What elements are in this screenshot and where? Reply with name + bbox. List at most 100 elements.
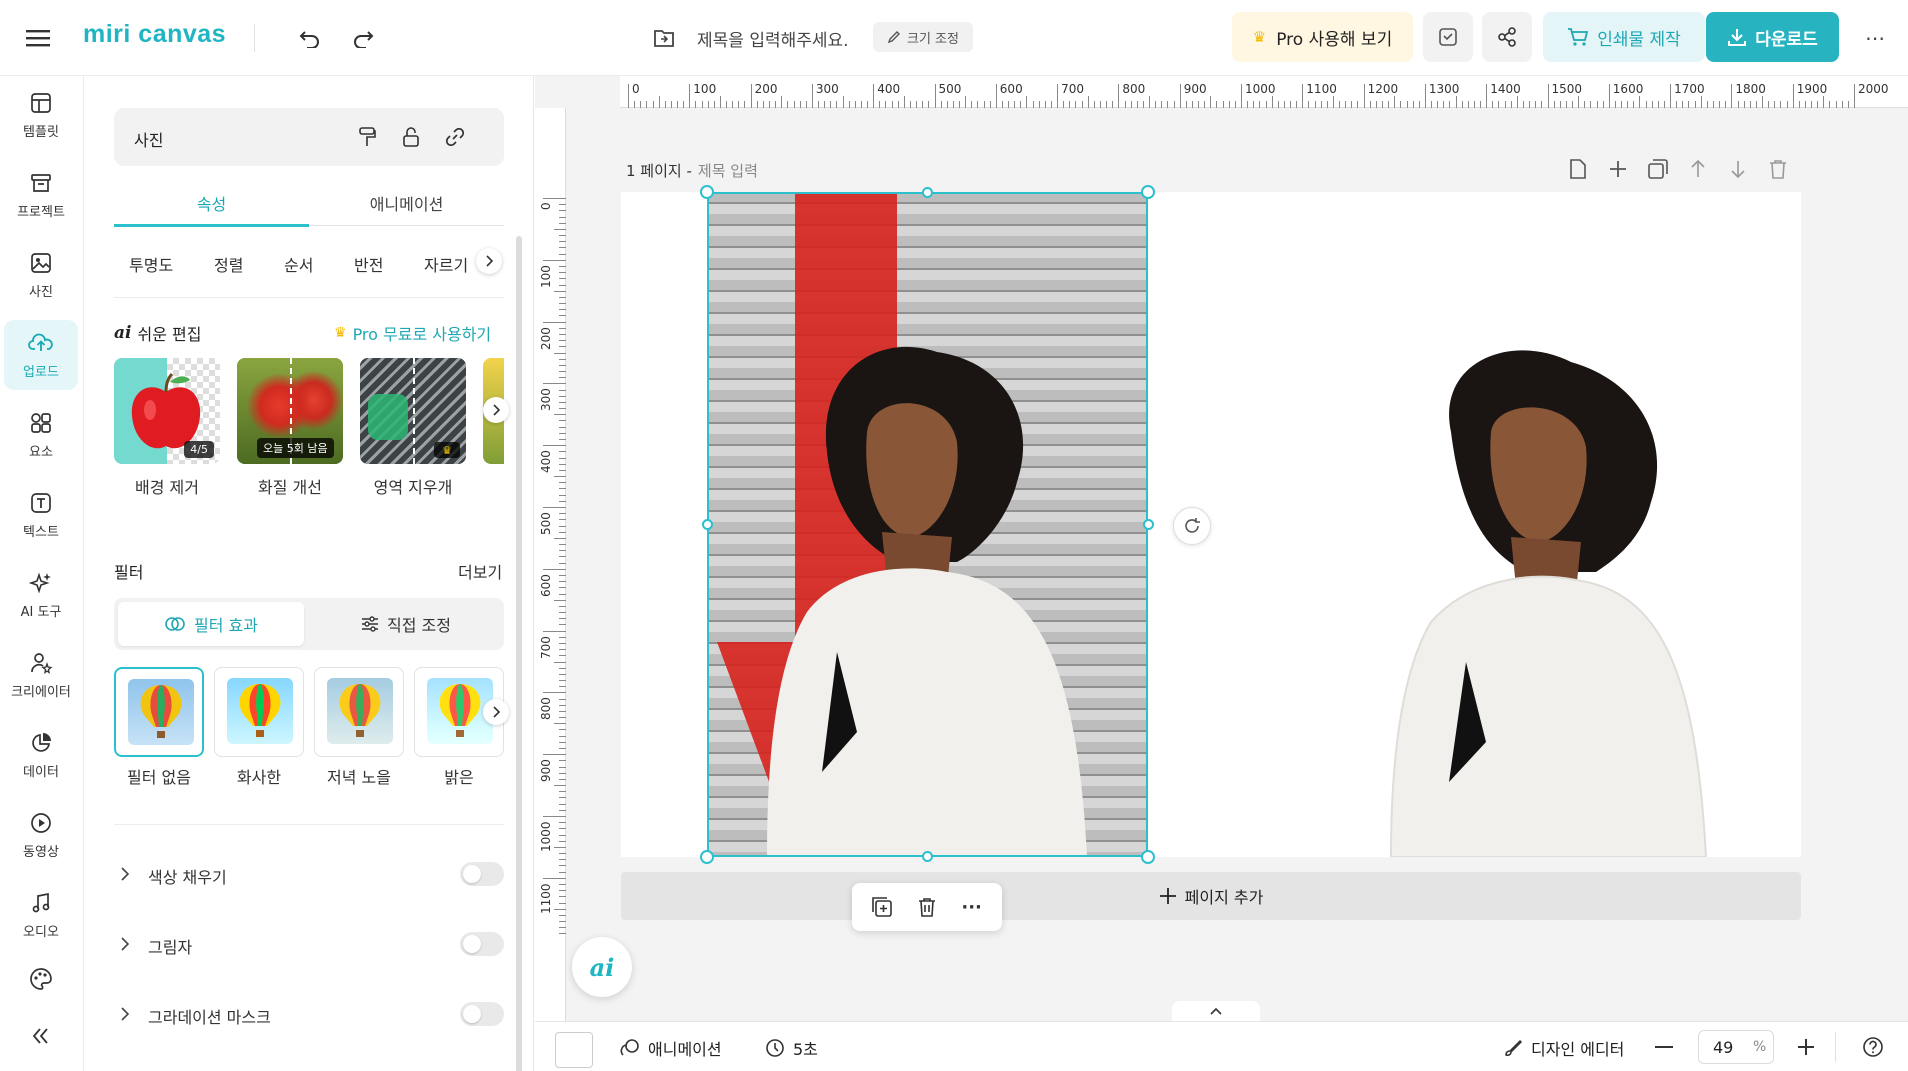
ruler-major-tick bbox=[1547, 84, 1549, 108]
animation-button[interactable]: 애니메이션 bbox=[620, 1036, 722, 1060]
subtab-opacity[interactable]: 투명도 bbox=[129, 252, 173, 276]
page-copy-icon[interactable] bbox=[1566, 154, 1590, 184]
tab-animation[interactable]: 애니메이션 bbox=[309, 182, 504, 224]
resize-handle-bottom-left[interactable] bbox=[700, 850, 714, 864]
subtab-flip[interactable]: 반전 bbox=[354, 252, 383, 276]
filter-sunset[interactable] bbox=[314, 667, 404, 757]
duplicate-element-icon[interactable] bbox=[866, 891, 898, 923]
link-icon[interactable] bbox=[440, 122, 470, 152]
filter-more-link[interactable]: 더보기 bbox=[458, 559, 502, 583]
left-rail: 템플릿 프로젝트 사진 업로드 요소 텍스트 AI 도구 크리에이터 데이터 동… bbox=[0, 76, 84, 1071]
zoom-out-icon[interactable] bbox=[1649, 1032, 1679, 1062]
redo-icon[interactable] bbox=[343, 18, 383, 58]
ruler-major-tick bbox=[934, 84, 936, 108]
help-icon[interactable] bbox=[1858, 1032, 1888, 1062]
folder-icon[interactable] bbox=[650, 24, 678, 52]
page-duplicate-icon[interactable] bbox=[1646, 154, 1670, 184]
filter-bright-vivid[interactable] bbox=[214, 667, 304, 757]
resize-handle-top[interactable] bbox=[922, 187, 933, 198]
color-fill-toggle[interactable] bbox=[460, 862, 504, 886]
filter-next-icon[interactable] bbox=[483, 699, 509, 725]
design-editor-button[interactable]: 디자인 에디터 bbox=[1503, 1036, 1624, 1060]
resize-handle-top-left[interactable] bbox=[700, 185, 714, 199]
page-delete-icon[interactable] bbox=[1766, 154, 1790, 184]
tab-properties[interactable]: 속성 bbox=[114, 182, 309, 224]
lock-icon[interactable] bbox=[396, 122, 426, 152]
seg-filter-effect[interactable]: 필터 효과 bbox=[118, 602, 304, 646]
zoom-input[interactable]: 49 % bbox=[1698, 1030, 1774, 1064]
page-move-down-icon[interactable] bbox=[1726, 154, 1750, 184]
page-add-icon[interactable] bbox=[1606, 154, 1630, 184]
expand-pages-icon[interactable] bbox=[1172, 1001, 1260, 1021]
add-page-button[interactable]: 페이지 추가 bbox=[621, 872, 1801, 920]
save-button[interactable] bbox=[1423, 12, 1473, 62]
resize-handle-top-right[interactable] bbox=[1141, 185, 1155, 199]
rail-item-template[interactable]: 템플릿 bbox=[4, 80, 78, 150]
share-button[interactable] bbox=[1482, 12, 1532, 62]
rail-item-text[interactable]: 텍스트 bbox=[4, 480, 78, 550]
ruler-minor-tick bbox=[885, 101, 887, 108]
shadow-toggle[interactable] bbox=[460, 932, 504, 956]
app-logo[interactable]: miri canvas bbox=[83, 20, 226, 49]
rail-item-audio[interactable]: 오디오 bbox=[4, 880, 78, 950]
resize-handle-left[interactable] bbox=[702, 519, 713, 530]
seg-manual-adjust[interactable]: 직접 조정 bbox=[312, 602, 500, 646]
subtab-align[interactable]: 정렬 bbox=[214, 252, 243, 276]
rail-item-ai-tools[interactable]: AI 도구 bbox=[4, 560, 78, 630]
rail-item-project[interactable]: 프로젝트 bbox=[4, 160, 78, 230]
easy-edit-area-eraser[interactable]: ♛ bbox=[360, 358, 466, 464]
photo-cutout[interactable] bbox=[1311, 342, 1731, 857]
resize-handle-bottom-right[interactable] bbox=[1141, 850, 1155, 864]
shadow-row[interactable]: 그림자 bbox=[114, 929, 504, 959]
menu-icon[interactable] bbox=[18, 18, 58, 58]
subtab-order[interactable]: 순서 bbox=[284, 252, 313, 276]
document-title[interactable]: 제목을 입력해주세요. bbox=[697, 26, 849, 51]
rail-item-creator[interactable]: 크리에이터 bbox=[4, 640, 78, 710]
zoom-in-icon[interactable] bbox=[1791, 1032, 1821, 1062]
page-thumbnail[interactable] bbox=[555, 1032, 593, 1068]
gradient-mask-row[interactable]: 그라데이션 마스크 bbox=[114, 999, 504, 1029]
ruler-minor-tick bbox=[1847, 101, 1849, 108]
rotate-handle[interactable] bbox=[1173, 507, 1211, 545]
resize-handle-right[interactable] bbox=[1143, 519, 1154, 530]
collapse-rail-icon[interactable] bbox=[4, 1016, 78, 1056]
filter-none[interactable] bbox=[114, 667, 204, 757]
rail-item-elements[interactable]: 요소 bbox=[4, 400, 78, 470]
more-options-icon[interactable]: ⋯ bbox=[1857, 20, 1893, 56]
ruler-minor-tick bbox=[559, 309, 566, 311]
delete-element-icon[interactable] bbox=[911, 891, 943, 923]
ruler-minor-tick bbox=[1449, 101, 1451, 108]
rail-item-palette[interactable] bbox=[4, 954, 78, 1004]
gradient-mask-toggle[interactable] bbox=[460, 1002, 504, 1026]
ruler-major-tick bbox=[628, 84, 629, 108]
crown-icon: ♛ bbox=[1252, 28, 1267, 46]
pro-trial-button[interactable]: ♛ Pro 사용해 보기 bbox=[1232, 12, 1413, 62]
photo-original[interactable] bbox=[707, 192, 1148, 857]
rail-item-upload[interactable]: 업로드 bbox=[4, 320, 78, 390]
pro-free-link[interactable]: ♛ Pro 무료로 사용하기 bbox=[334, 321, 491, 345]
panel-scrollbar[interactable] bbox=[516, 236, 522, 1071]
element-more-icon[interactable]: ··· bbox=[956, 891, 988, 923]
gradient-mask-label: 그라데이션 마스크 bbox=[148, 1008, 271, 1027]
format-painter-icon[interactable] bbox=[352, 122, 382, 152]
color-fill-row[interactable]: 색상 채우기 bbox=[114, 859, 504, 889]
canvas-page[interactable] bbox=[621, 192, 1801, 857]
page-title-input[interactable]: 제목 입력 bbox=[698, 160, 758, 181]
ruler-minor-tick bbox=[559, 253, 566, 255]
undo-icon[interactable] bbox=[290, 18, 330, 58]
rail-item-video[interactable]: 동영상 bbox=[4, 800, 78, 870]
page-move-up-icon[interactable] bbox=[1686, 154, 1710, 184]
easy-edit-quality-enhance[interactable]: 오늘 5회 남음 bbox=[237, 358, 343, 464]
download-button[interactable]: 다운로드 bbox=[1706, 12, 1839, 62]
rail-item-photo[interactable]: 사진 bbox=[4, 240, 78, 310]
easy-edit-bg-remove[interactable]: 4/5 bbox=[114, 358, 220, 464]
easy-edit-next-icon[interactable] bbox=[483, 397, 509, 423]
resize-handle-bottom[interactable] bbox=[922, 851, 933, 862]
duration-button[interactable]: 5초 bbox=[765, 1036, 818, 1060]
ai-assistant-icon[interactable]: ai bbox=[572, 937, 632, 997]
subtab-next-icon[interactable] bbox=[476, 248, 502, 274]
rail-item-data[interactable]: 데이터 bbox=[4, 720, 78, 790]
subtab-crop[interactable]: 자르기 bbox=[424, 252, 468, 276]
print-order-button[interactable]: 인쇄물 제작 bbox=[1543, 12, 1705, 62]
resize-button[interactable]: 크기 조정 bbox=[873, 22, 973, 52]
